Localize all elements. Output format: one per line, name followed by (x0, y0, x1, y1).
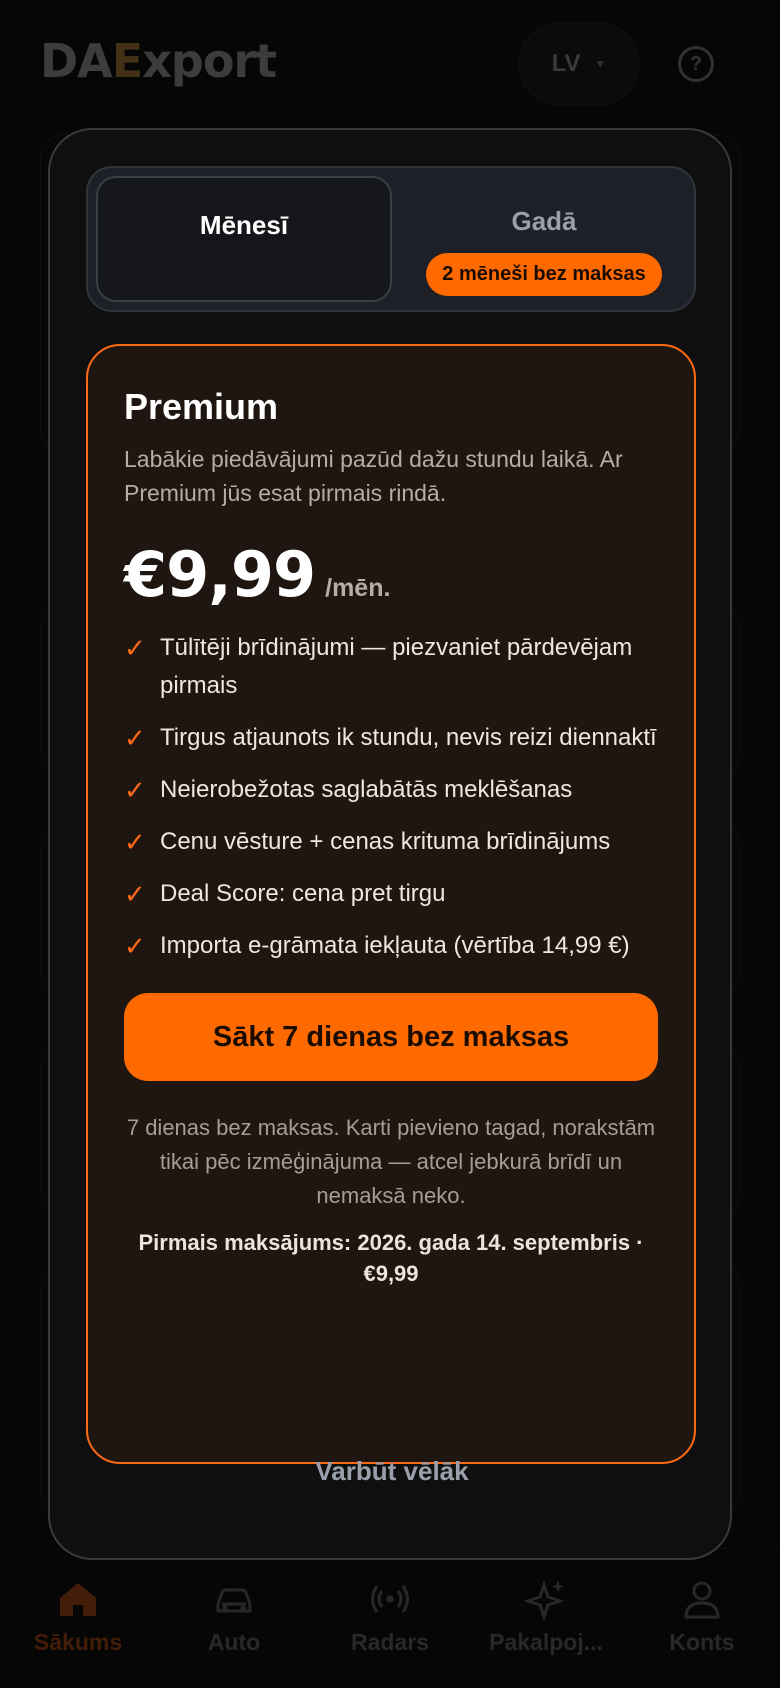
maybe-later-button[interactable]: Varbūt vēlāk (50, 1456, 730, 1487)
feature-item: ✓ Tūlītēji brīdinājumi — piezvaniet pārd… (124, 629, 658, 705)
check-icon: ✓ (124, 723, 146, 753)
feature-item: ✓ Neierobežotas saglabātās meklēšanas (124, 771, 658, 809)
feature-item: ✓ Tirgus atjaunots ik stundu, nevis reiz… (124, 719, 658, 757)
feature-text: Tirgus atjaunots ik stundu, nevis reizi … (160, 724, 657, 751)
plan-title: Premium (124, 386, 279, 427)
billing-period-toggle: Mēnesī Gadā 2 mēneši bez maksas (86, 166, 696, 312)
feature-text: Tūlītēji brīdinājumi — piezvaniet pārdev… (160, 634, 633, 699)
check-icon: ✓ (124, 827, 146, 857)
feature-text: Importa e-grāmata iekļauta (vērtība 14,9… (160, 932, 630, 959)
feature-text: Neierobežotas saglabātās meklēšanas (160, 776, 573, 803)
toggle-monthly[interactable]: Mēnesī (96, 176, 392, 302)
check-icon: ✓ (124, 931, 146, 961)
toggle-monthly-label: Mēnesī (199, 210, 289, 240)
feature-text: Deal Score: cena pret tirgu (160, 880, 446, 907)
app: DAExport LV ▼ ? Sākums Auto Radars Pakal… (0, 0, 780, 1688)
toggle-yearly-label: Gadā (511, 206, 577, 236)
price-row: €9,99 /mēn. (124, 538, 658, 611)
paywall-modal: Mēnesī Gadā 2 mēneši bez maksas Premium … (48, 128, 732, 1560)
plan-period: /mēn. (325, 574, 391, 602)
plan-price: €9,99 (124, 538, 316, 611)
free-months-badge: 2 mēneši bez maksas (426, 253, 662, 296)
feature-item: ✓ Cenu vēsture + cenas krituma brīdināju… (124, 823, 658, 861)
feature-text: Cenu vēsture + cenas krituma brīdinājums (160, 828, 611, 855)
check-icon: ✓ (124, 633, 146, 663)
feature-item: ✓ Importa e-grāmata iekļauta (vērtība 14… (124, 927, 658, 965)
start-trial-button[interactable]: Sākt 7 dienas bez maksas (124, 993, 658, 1081)
trial-note: 7 dienas bez maksas. Karti pievieno taga… (126, 1115, 656, 1208)
check-icon: ✓ (124, 879, 146, 909)
toggle-yearly[interactable]: Gadā 2 mēneši bez maksas (398, 176, 690, 302)
feature-item: ✓ Deal Score: cena pret tirgu (124, 875, 658, 913)
plan-description: Labākie piedāvājumi pazūd dažu stundu la… (124, 446, 623, 506)
premium-plan-card: Premium Labākie piedāvājumi pazūd dažu s… (86, 344, 696, 1464)
first-payment-note: Pirmais maksājums: 2026. gada 14. septem… (138, 1230, 644, 1286)
check-icon: ✓ (124, 775, 146, 805)
feature-list: ✓ Tūlītēji brīdinājumi — piezvaniet pārd… (124, 629, 658, 965)
